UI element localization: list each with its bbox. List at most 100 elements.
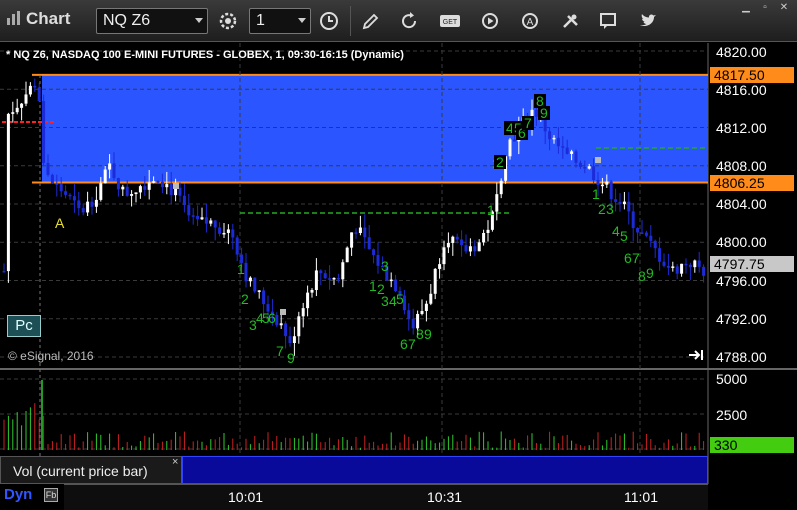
candle-body — [640, 232, 644, 234]
candle-body — [112, 163, 116, 179]
alert-button[interactable]: A — [514, 8, 546, 34]
candle-body — [257, 290, 261, 292]
price-tick: 4804.00 — [716, 196, 767, 212]
time-button[interactable] — [313, 8, 345, 34]
sequence-count: 5 — [396, 291, 404, 307]
price-tick: 4820.00 — [716, 44, 767, 60]
chat-button[interactable] — [592, 8, 624, 34]
price-tick: 4796.00 — [716, 273, 767, 289]
instrument-header: * NQ Z6, NASDAQ 100 E-MINI FUTURES - GLO… — [6, 49, 404, 61]
candle-body — [499, 180, 503, 195]
settings-button[interactable] — [212, 8, 244, 34]
play-button[interactable] — [474, 8, 506, 34]
sequence-count: 3 — [381, 258, 389, 274]
sequence-count: 3 — [381, 293, 389, 309]
pc-button[interactable]: Pc — [7, 315, 41, 337]
candle-body — [376, 254, 380, 266]
sequence-count: 9 — [646, 265, 654, 281]
candle-body — [389, 279, 393, 282]
restore-button[interactable]: ▫ — [756, 2, 774, 14]
chat-icon — [600, 13, 616, 29]
candle-body — [182, 195, 186, 206]
twitter-button[interactable] — [632, 8, 664, 34]
candle-body — [433, 268, 437, 294]
candle-body — [99, 183, 103, 200]
candle-body — [336, 277, 340, 280]
price-tick: 4812.00 — [716, 120, 767, 136]
price-tick: 4816.00 — [716, 82, 767, 98]
candle-body — [662, 261, 666, 266]
candle-body — [297, 316, 301, 337]
draw-tools-button[interactable] — [554, 8, 586, 34]
interval-value: 1 — [256, 12, 265, 29]
price-tick: 4788.00 — [716, 349, 767, 365]
candle-body — [191, 215, 195, 217]
candle-body — [116, 178, 120, 190]
time-tick: 10:31 — [427, 489, 463, 505]
candle-body — [213, 220, 217, 228]
minimize-button[interactable]: ▁ — [737, 2, 755, 14]
candle-body — [2, 270, 6, 273]
candle-body — [94, 199, 98, 207]
format-icon[interactable]: Fb — [44, 488, 58, 502]
svg-text:GET: GET — [443, 19, 458, 26]
candle-body — [301, 308, 305, 317]
candle-body — [653, 240, 657, 249]
candle-body — [407, 310, 411, 319]
candle-body — [631, 211, 635, 229]
candle-body — [680, 263, 684, 274]
study-close-button[interactable]: × — [172, 456, 178, 468]
candle-body — [345, 247, 349, 263]
candle-body — [160, 181, 164, 188]
candle-body — [244, 262, 248, 282]
candle-body — [169, 184, 173, 196]
candle-body — [697, 260, 701, 267]
setup-marker — [280, 309, 286, 315]
candle-body — [350, 232, 354, 248]
pencil-icon — [362, 13, 379, 30]
sequence-count: 6 — [268, 310, 276, 326]
candle-body — [231, 229, 235, 238]
candle-body — [134, 192, 138, 195]
price-tick: 4808.00 — [716, 158, 767, 174]
interval-select[interactable]: 1 — [249, 8, 311, 34]
candle-body — [332, 277, 336, 280]
candle-body — [209, 220, 213, 224]
candle-body — [420, 310, 424, 314]
refresh-button[interactable] — [393, 8, 425, 34]
study-label[interactable]: Vol (current price bar) — [0, 456, 182, 484]
sequence-count: 1 — [237, 261, 245, 277]
get-button[interactable]: GET — [434, 8, 466, 34]
alert-icon: A — [522, 13, 538, 29]
zone-high-tag: 4817.50 — [710, 67, 794, 83]
sequence-count: 7 — [408, 336, 416, 352]
draw-button[interactable] — [354, 8, 386, 34]
candle-body — [314, 270, 318, 291]
candle-body — [644, 232, 648, 236]
candle-body — [565, 147, 569, 154]
candle-body — [367, 237, 371, 250]
scroll-to-end-icon[interactable] — [688, 348, 706, 362]
price-chart[interactable]: 123456791233456789112345678934567892 A — [0, 43, 797, 484]
candle-body — [187, 205, 191, 216]
candle-body — [548, 131, 552, 140]
candle-body — [152, 181, 156, 183]
candle-body — [477, 242, 481, 252]
sequence-count: 2 — [598, 201, 606, 217]
candle-body — [442, 247, 446, 265]
draw-tools-icon — [563, 14, 578, 28]
candle-body — [200, 217, 204, 220]
candle-body — [609, 181, 613, 200]
dynamic-mode-label[interactable]: Dyn — [4, 486, 32, 503]
toolbar-divider — [350, 6, 351, 36]
candle-body — [578, 162, 582, 168]
symbol-select[interactable]: NQ Z6 — [96, 8, 208, 34]
candle-body — [605, 181, 609, 185]
volume-tick: 2500 — [716, 407, 748, 423]
sequence-count: 8 — [416, 326, 424, 342]
candle-body — [658, 248, 662, 262]
candle-body — [354, 232, 358, 234]
candle-body — [28, 85, 32, 95]
candle-body — [596, 180, 600, 185]
close-button[interactable]: ✕ — [775, 2, 793, 14]
